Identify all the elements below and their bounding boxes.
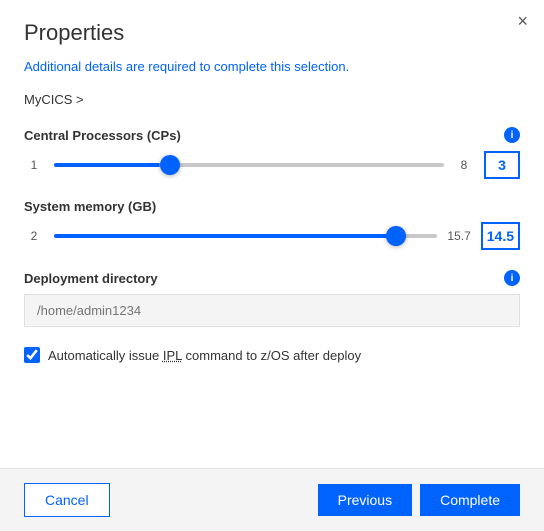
cpu-value-box: 3	[484, 151, 520, 179]
cpu-slider[interactable]	[54, 163, 444, 167]
modal-description: Additional details are required to compl…	[24, 58, 520, 76]
cancel-button[interactable]: Cancel	[24, 483, 110, 517]
modal-footer: Cancel Previous Complete	[0, 468, 544, 531]
ipl-checkbox-row: Automatically issue IPL command to z/OS …	[24, 347, 520, 363]
cpu-min: 1	[24, 158, 44, 172]
deployment-label-row: Deployment directory i	[24, 270, 520, 286]
deployment-input[interactable]	[24, 294, 520, 327]
modal-body: Additional details are required to compl…	[0, 58, 544, 452]
memory-slider[interactable]	[54, 234, 437, 238]
memory-max: 15.7	[447, 229, 470, 243]
deployment-section: Deployment directory i	[24, 270, 520, 327]
cpu-slider-wrapper	[54, 155, 444, 175]
cpu-label-row: Central Processors (CPs) i	[24, 127, 520, 143]
previous-button[interactable]: Previous	[318, 484, 412, 516]
memory-slider-wrapper	[54, 226, 437, 246]
deployment-label: Deployment directory	[24, 271, 158, 286]
memory-value-box: 14.5	[481, 222, 520, 250]
cpu-section: Central Processors (CPs) i 1 8 3	[24, 127, 520, 179]
footer-right-buttons: Previous Complete	[318, 484, 520, 516]
memory-label-row: System memory (GB)	[24, 199, 520, 214]
ipl-checkbox-label: Automatically issue IPL command to z/OS …	[48, 348, 361, 363]
cpu-info-icon[interactable]: i	[504, 127, 520, 143]
cpu-slider-row: 1 8 3	[24, 151, 520, 179]
close-button[interactable]: ×	[517, 12, 528, 30]
memory-slider-row: 2 15.7 14.5	[24, 222, 520, 250]
memory-section: System memory (GB) 2 15.7 14.5	[24, 199, 520, 250]
complete-button[interactable]: Complete	[420, 484, 520, 516]
memory-min: 2	[24, 229, 44, 243]
modal-header: Properties ×	[0, 0, 544, 58]
cpu-max: 8	[454, 158, 474, 172]
ipl-checkbox[interactable]	[24, 347, 40, 363]
deployment-info-icon[interactable]: i	[504, 270, 520, 286]
memory-label: System memory (GB)	[24, 199, 156, 214]
modal-dialog: Properties × Additional details are requ…	[0, 0, 544, 531]
breadcrumb: MyCICS >	[24, 92, 520, 107]
cpu-label: Central Processors (CPs)	[24, 128, 181, 143]
modal-title: Properties	[24, 20, 520, 46]
